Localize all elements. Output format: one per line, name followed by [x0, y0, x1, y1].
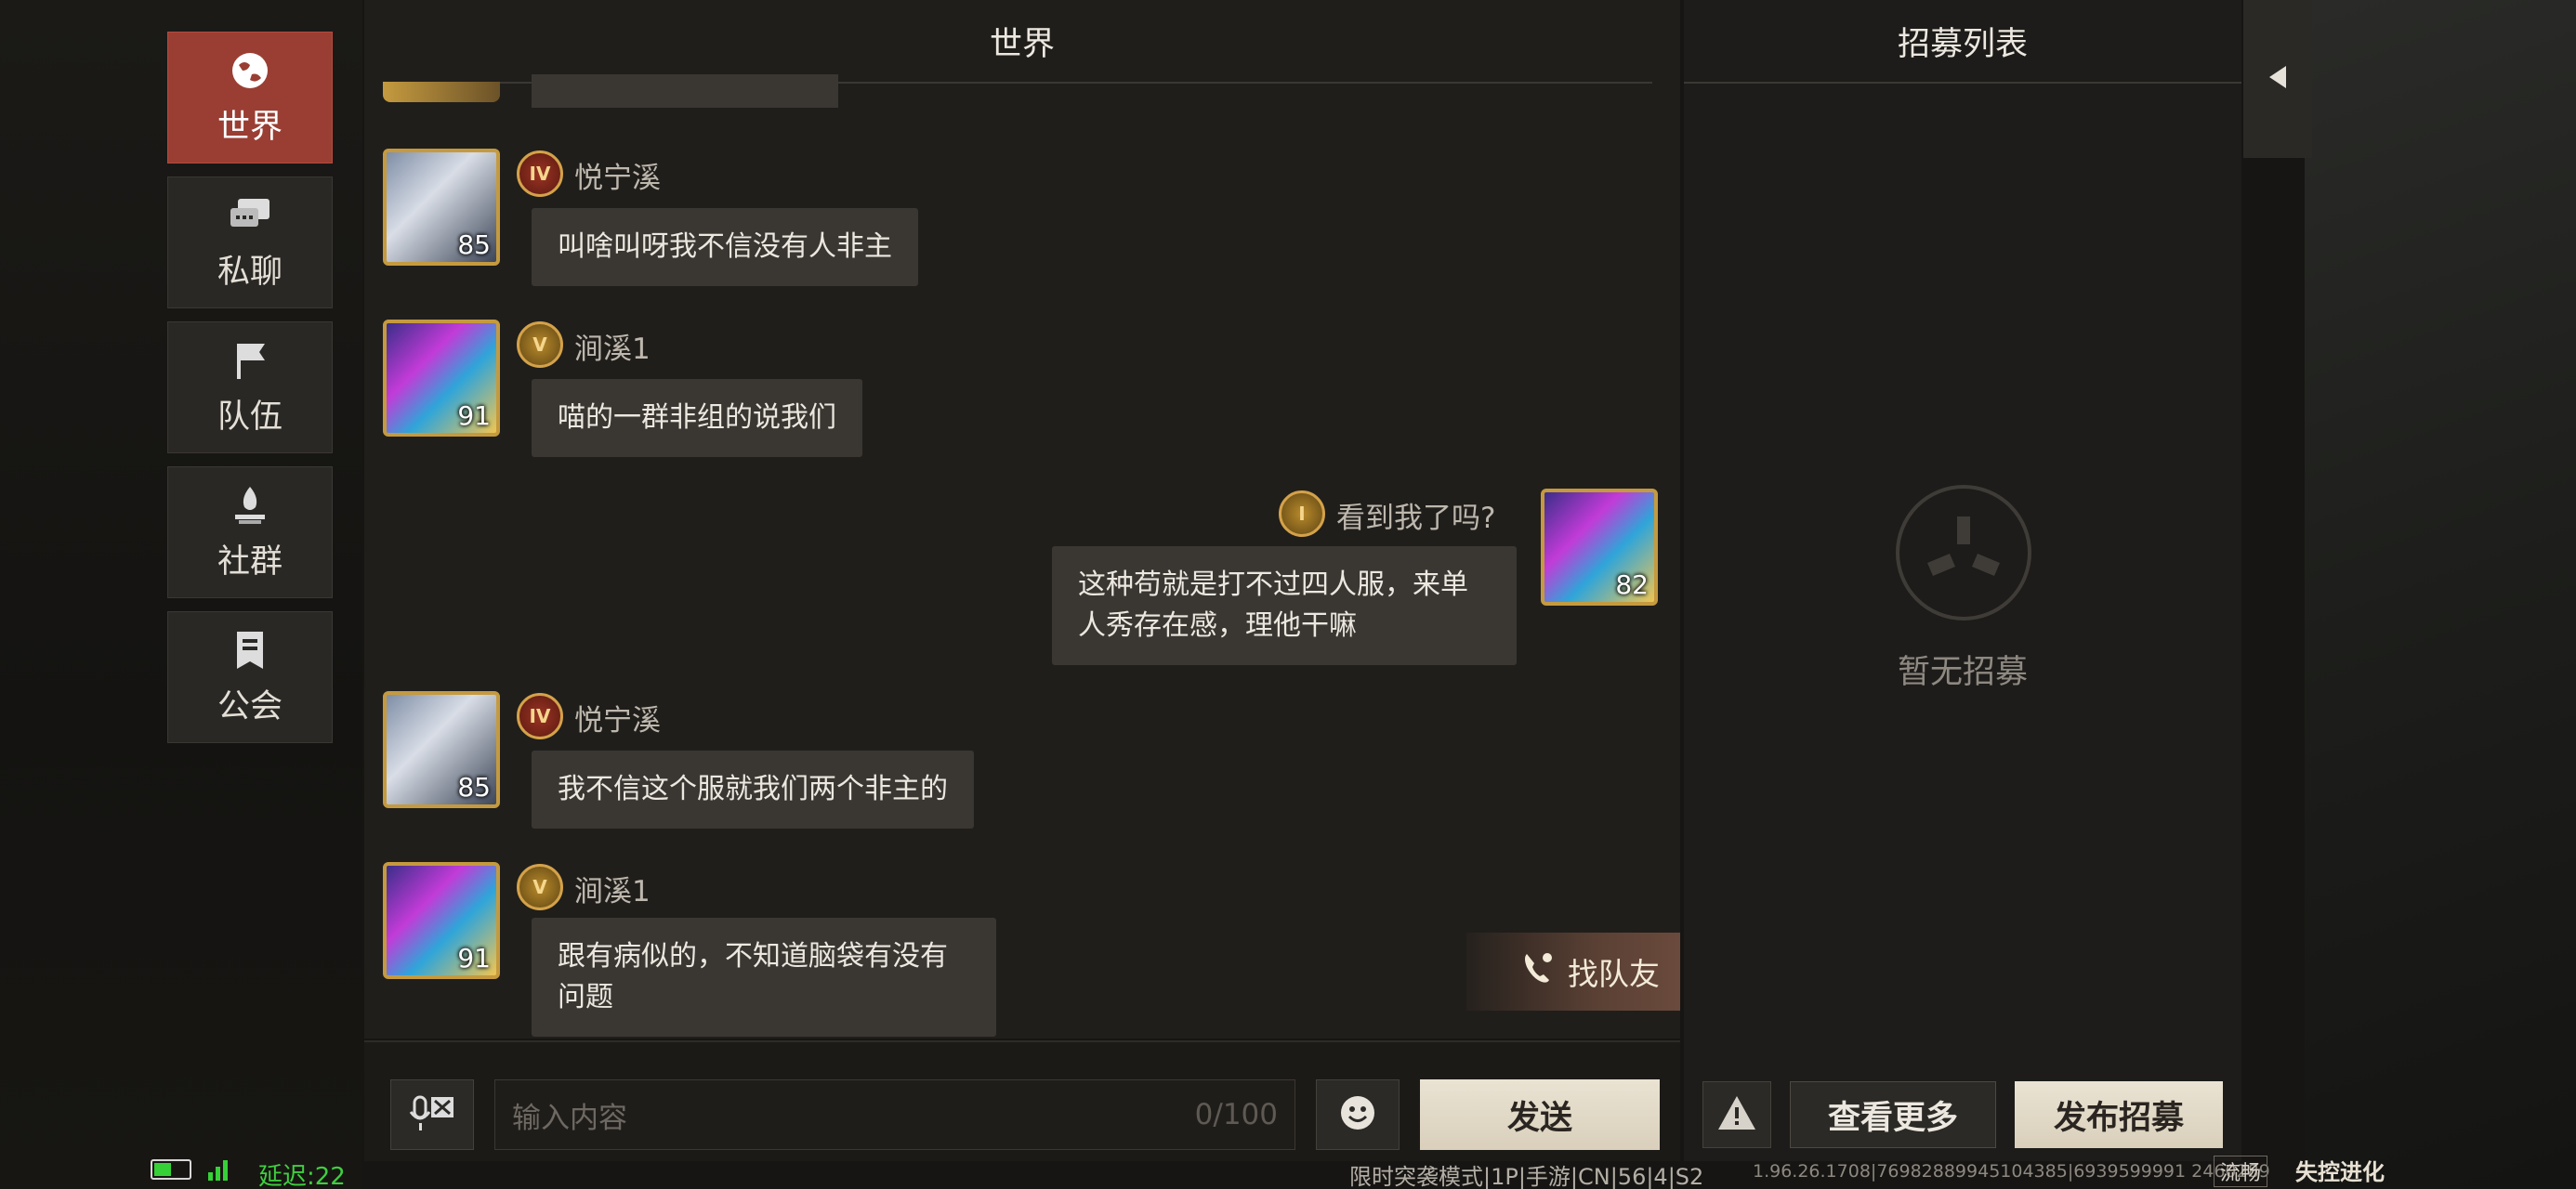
channel-sidebar: 世界 私聊 队伍 社群 公会 — [167, 32, 335, 756]
message-bubble: 喵的一群非组的说我们 — [532, 379, 862, 457]
player-level: 82 — [1615, 569, 1649, 600]
chat-bubbles-icon — [228, 193, 272, 238]
build-info: 1.96.26.1708|76982889945104385|693959999… — [1753, 1161, 2270, 1182]
publish-recruit-button[interactable]: 发布招募 — [2015, 1081, 2223, 1148]
player-level: 85 — [457, 229, 491, 260]
input-placeholder: 输入内容 — [512, 1101, 627, 1135]
chat-message: 91 V 涧溪1 喵的一群非组的说我们 — [364, 320, 1680, 459]
server-info: 限时突袭模式|1P|手游|CN|56|4|S2 — [1349, 1164, 1704, 1189]
find-team-label: 找队友 — [1568, 956, 1660, 992]
find-team-button[interactable]: 找队友 — [1466, 933, 1680, 1011]
latency-text: 延迟:22 — [258, 1163, 346, 1189]
globe-icon — [228, 48, 272, 93]
clipped-avatar — [383, 82, 500, 102]
clipped-message-bubble — [532, 74, 838, 108]
recruit-title: 招募列表 — [1684, 0, 2241, 84]
smiley-icon — [1338, 1093, 1377, 1136]
username[interactable]: 悦宁溪 — [574, 697, 661, 738]
tab-community[interactable]: 社群 — [167, 466, 333, 598]
rank-badge: IV — [517, 693, 563, 739]
avatar[interactable]: 91 — [383, 862, 500, 979]
message-bubble: 这种苟就是打不过四人服，来单人秀存在感，理他干嘛 — [1052, 546, 1517, 665]
tab-guild[interactable]: 公会 — [167, 611, 333, 743]
chat-message-self: 82 I 看到我了吗? 这种苟就是打不过四人服，来单人秀存在感，理他干嘛 — [364, 487, 1680, 665]
report-button[interactable] — [1702, 1081, 1771, 1148]
voice-translate-button[interactable] — [390, 1079, 474, 1150]
rank-badge: V — [517, 864, 563, 910]
message-bubble: 叫啥叫呀我不信没有人非主 — [532, 208, 918, 286]
tab-team[interactable]: 队伍 — [167, 321, 333, 453]
flag-icon — [228, 338, 272, 383]
player-level: 85 — [457, 772, 491, 803]
phone-person-icon — [1521, 950, 1555, 993]
avatar[interactable]: 85 — [383, 691, 500, 808]
tab-label: 社群 — [217, 542, 283, 581]
tab-private-chat[interactable]: 私聊 — [167, 176, 333, 308]
chat-title: 世界 — [392, 0, 1652, 84]
username[interactable]: 涧溪1 — [574, 325, 651, 367]
empty-recruit-text: 暂无招募 — [1897, 654, 2028, 691]
collapse-panel-button[interactable] — [2243, 0, 2312, 158]
battery-icon — [151, 1159, 191, 1180]
avatar[interactable]: 85 — [383, 149, 500, 266]
avatar[interactable]: 82 — [1541, 489, 1658, 606]
char-counter: 0/100 — [1194, 1098, 1278, 1131]
triangle-left-icon — [2267, 64, 2288, 94]
microphone-translate-icon — [409, 1093, 455, 1136]
guild-banner-icon — [228, 628, 272, 673]
message-bubble: 我不信这个服就我们两个非主的 — [532, 751, 974, 829]
tab-label: 世界 — [217, 108, 283, 146]
chat-message: 85 IV 悦宁溪 我不信这个服就我们两个非主的 — [364, 691, 1680, 830]
chat-message: 85 IV 悦宁溪 叫啥叫呀我不信没有人非主 — [364, 149, 1680, 288]
rank-badge: V — [517, 321, 563, 368]
username[interactable]: 看到我了吗? — [1336, 494, 1495, 536]
message-bubble: 跟有病似的，不知道脑袋有没有问题 — [532, 918, 996, 1037]
rank-badge: I — [1279, 490, 1325, 537]
right-background — [2305, 0, 2576, 1189]
tab-label: 公会 — [217, 687, 283, 725]
username[interactable]: 悦宁溪 — [574, 154, 661, 196]
empty-recruit-icon — [1896, 485, 2031, 621]
network-quality-badge: 流畅 — [2214, 1156, 2268, 1187]
recruit-panel: 招募列表 暂无招募 查看更多 发布招募 — [1684, 0, 2241, 1161]
tab-label: 队伍 — [217, 398, 283, 436]
campfire-icon — [228, 483, 272, 528]
view-more-button[interactable]: 查看更多 — [1790, 1081, 1996, 1148]
status-bar: 延迟:22 限时突袭模式|1P|手游|CN|56|4|S2 1.96.26.17… — [0, 1152, 2576, 1189]
game-logo: 失控进化 — [2295, 1159, 2385, 1185]
avatar[interactable]: 91 — [383, 320, 500, 437]
warning-icon — [1716, 1094, 1757, 1135]
tab-world[interactable]: 世界 — [167, 32, 333, 163]
rank-badge: IV — [517, 150, 563, 197]
send-button[interactable]: 发送 — [1420, 1079, 1660, 1150]
chat-text-input[interactable]: 输入内容 0/100 — [494, 1079, 1295, 1150]
emoji-button[interactable] — [1316, 1079, 1400, 1150]
player-level: 91 — [457, 400, 491, 431]
chat-input-bar: 输入内容 0/100 发送 — [364, 1040, 1680, 1161]
tab-label: 私聊 — [217, 253, 283, 291]
signal-icon — [206, 1157, 230, 1187]
player-level: 91 — [457, 943, 491, 973]
chat-panel: 世界 85 IV 悦宁溪 叫啥叫呀我不信没有人非主 91 V 涧溪1 喵的一群非… — [364, 0, 1680, 1039]
username[interactable]: 涧溪1 — [574, 868, 651, 909]
